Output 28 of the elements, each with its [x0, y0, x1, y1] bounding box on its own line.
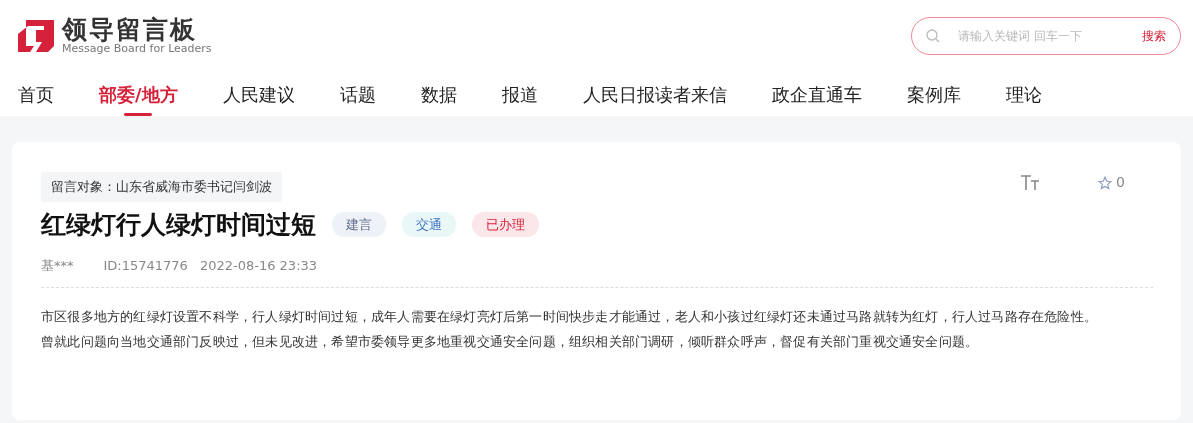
- post-time: 2022-08-16 23:33: [199, 256, 318, 275]
- font-size-icon[interactable]: [1020, 174, 1041, 191]
- tag: 交通: [402, 211, 456, 238]
- nav-tab[interactable]: 话题: [339, 80, 376, 116]
- search-icon: [926, 29, 940, 43]
- nav-tab[interactable]: 理论: [1005, 80, 1042, 116]
- nav-tab[interactable]: 人民日报读者来信: [582, 80, 727, 116]
- tag: 建言: [332, 211, 386, 238]
- logo-title: 领导留言板: [62, 16, 198, 42]
- message-id: ID:15741776: [103, 256, 188, 275]
- favorite-button[interactable]: 0: [1098, 172, 1125, 193]
- recipient-label: 留言对象：山东省威海市委书记闫剑波: [41, 172, 282, 202]
- tag: 已办理: [472, 211, 539, 238]
- nav-tab[interactable]: 部委/地方: [99, 80, 178, 116]
- nav-tab[interactable]: 政企直通车: [771, 80, 862, 116]
- author-name: 基***: [41, 256, 74, 275]
- nav-tab[interactable]: 案例库: [906, 80, 961, 116]
- star-icon: [1098, 175, 1113, 190]
- message-title: 红绿灯行人绿灯时间过短: [41, 209, 316, 240]
- nav-tab[interactable]: 人民建议: [222, 80, 295, 116]
- search-button[interactable]: 搜索: [1142, 27, 1166, 45]
- nav-tab[interactable]: 首页: [18, 80, 54, 116]
- body-paragraph: 曾就此问题向当地交通部门反映过，但未见改进，希望市委领导更多地重视交通安全问题，组织相关部门调研，倾听群众呼声，督促有关部门重视交通安全问题。: [41, 333, 980, 351]
- logo-subtitle: Message Board for Leaders: [62, 41, 212, 56]
- nav-tab[interactable]: 报道: [501, 80, 538, 116]
- nav-tab[interactable]: 数据: [420, 80, 457, 116]
- logo-icon: [18, 20, 54, 52]
- body-paragraph: 市区很多地方的红绿灯设置不科学，行人绿灯时间过短，成年人需要在绿灯亮灯后第一时间快步走才能通过，老人和小孩过红绿灯还未通过马路就转为红灯，行人过马路存在危险性。: [41, 308, 1098, 326]
